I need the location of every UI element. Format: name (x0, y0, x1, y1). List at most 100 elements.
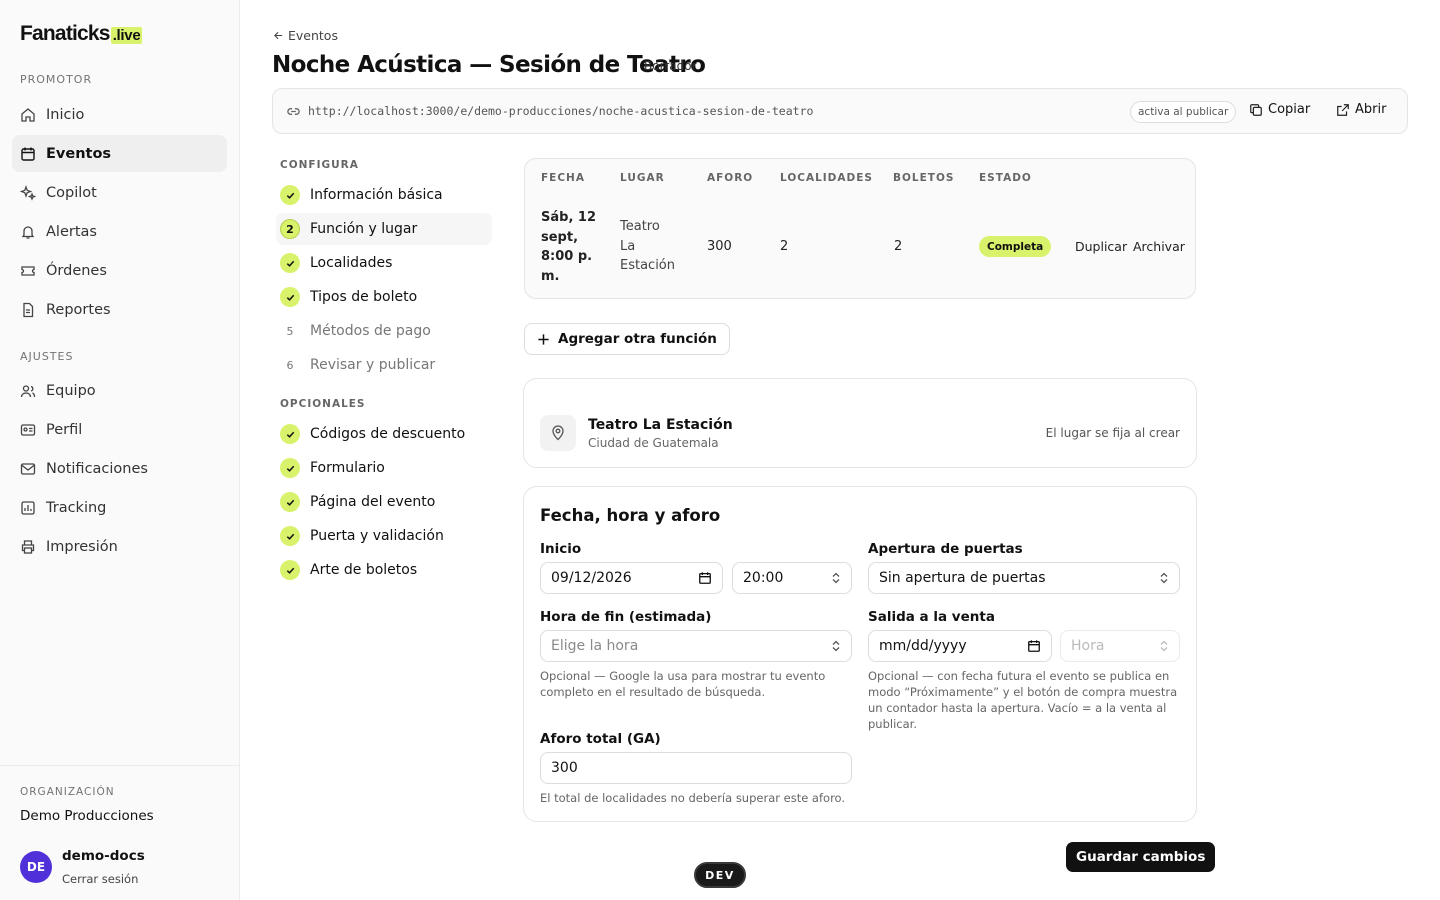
venue-name: Teatro La Estación (588, 417, 733, 433)
step-tipos-de-boleto[interactable]: Tipos de boleto (276, 281, 492, 313)
venue-city: Ciudad de Guatemala (588, 436, 719, 450)
end-time-select[interactable]: Elige la hora (540, 630, 852, 662)
sale-date-input[interactable]: mm/dd/yyyy (868, 630, 1052, 662)
organization-block: ORGANIZACIÓN Demo Producciones DE demo-d… (0, 765, 239, 900)
step-puerta-y-validacion[interactable]: Puerta y validación (276, 520, 492, 552)
org-name[interactable]: Demo Producciones (20, 808, 154, 824)
chevron-updown-icon (1160, 640, 1168, 652)
column-header-estado: ESTADO (979, 172, 1032, 184)
check-icon (280, 185, 300, 205)
bell-icon (21, 225, 35, 239)
step-formulario[interactable]: Formulario (276, 452, 492, 484)
calendar-icon[interactable] (698, 571, 712, 585)
start-date-input[interactable]: 09/12/2026 (540, 562, 723, 594)
page-title: Noche Acústica — Sesión de Teatro (272, 52, 706, 78)
calendar-icon[interactable] (1027, 639, 1041, 653)
printer-icon (21, 539, 35, 554)
link-icon (287, 108, 300, 115)
sidebar-item-notificaciones[interactable]: Notificaciones (12, 450, 227, 487)
step-codigos-de-descuento[interactable]: Códigos de descuento (276, 418, 492, 450)
open-url-button[interactable]: Abrir (1336, 102, 1386, 117)
copy-url-button[interactable]: Copiar (1249, 102, 1310, 117)
ticket-icon (21, 265, 35, 276)
doors-label: Apertura de puertas (868, 541, 1023, 557)
avatar[interactable]: DE (20, 851, 52, 883)
capacity-label: Aforo total (GA) (540, 731, 661, 747)
steps-section-opcionales: OPCIONALES (280, 398, 366, 410)
sale-start-label: Salida a la venta (868, 609, 995, 625)
cell-lugar: Teatro La Estación (620, 219, 676, 273)
chevron-updown-icon (832, 572, 840, 584)
id-card-icon (20, 423, 36, 436)
step-informacion-basica[interactable]: Información básica (276, 179, 492, 211)
brand-logo[interactable]: Fanaticks .live (20, 22, 143, 46)
sidebar-item-reportes[interactable]: Reportes (12, 291, 227, 328)
arrow-left-icon (274, 31, 283, 40)
step-arte-de-boletos[interactable]: Arte de boletos (276, 554, 492, 586)
sparkles-icon (20, 184, 36, 201)
capacity-input[interactable]: 300 (540, 752, 852, 784)
archive-button[interactable]: Archivar (1133, 239, 1185, 254)
status-badge: Borrador (644, 59, 697, 73)
section-label-ajustes: AJUSTES (20, 350, 74, 363)
sidebar-item-tracking[interactable]: Tracking (12, 489, 227, 526)
check-icon (280, 458, 300, 478)
sidebar-item-perfil[interactable]: Perfil (12, 411, 227, 448)
sidebar-item-equipo[interactable]: Equipo (12, 372, 227, 409)
check-icon (280, 253, 300, 273)
external-link-icon (1337, 103, 1349, 116)
calendar-icon (21, 147, 35, 161)
cell-fecha: Sáb, 12 sept, 8:00 p. m. (541, 210, 596, 284)
step-pagina-del-evento[interactable]: Página del evento (276, 486, 492, 518)
column-header-lugar: LUGAR (620, 172, 665, 184)
step-number: 2 (280, 219, 300, 239)
doors-select[interactable]: Sin apertura de puertas (868, 562, 1180, 594)
check-icon (280, 492, 300, 512)
cell-boletos: 2 (894, 239, 903, 254)
chevron-updown-icon (1160, 572, 1168, 584)
check-icon (280, 424, 300, 444)
step-localidades[interactable]: Localidades (276, 247, 492, 279)
start-label: Inicio (540, 541, 582, 557)
public-url[interactable]: http://localhost:3000/e/demo-produccione… (308, 104, 813, 118)
map-pin-icon (540, 415, 576, 451)
duplicate-button[interactable]: Duplicar (1075, 239, 1127, 254)
file-report-icon (23, 302, 34, 317)
column-header-boletos: BOLETOS (893, 172, 955, 184)
sidebar-item-inicio[interactable]: Inicio (12, 96, 227, 133)
step-revisar-y-publicar[interactable]: 6 Revisar y publicar (276, 349, 492, 381)
sale-time-select[interactable]: Hora (1060, 630, 1180, 662)
venue-note: El lugar se fija al crear (1045, 426, 1180, 440)
step-funcion-y-lugar[interactable]: 2 Función y lugar (276, 213, 492, 245)
sidebar-item-copilot[interactable]: Copilot (12, 174, 227, 211)
end-time-hint: Opcional — Google la usa para mostrar tu… (540, 669, 826, 699)
form-title: Fecha, hora y aforo (540, 506, 721, 525)
sale-start-hint: Opcional — con fecha futura el evento se… (868, 669, 1178, 731)
start-time-select[interactable]: 20:00 (732, 562, 852, 594)
step-number: 5 (286, 324, 294, 338)
sidebar-item-ordenes[interactable]: Órdenes (12, 252, 227, 289)
steps-section-configura: CONFIGURA (280, 159, 359, 171)
sidebar-item-eventos[interactable]: Eventos (12, 135, 227, 172)
end-time-label: Hora de fin (estimada) (540, 609, 712, 625)
back-link[interactable]: Eventos (273, 28, 338, 43)
venue-card: Teatro La Estación Ciudad de Guatemala E… (523, 378, 1197, 468)
home-icon (21, 107, 35, 122)
column-header-aforo: AFORO (707, 172, 754, 184)
add-function-button[interactable]: Agregar otra función (524, 323, 730, 355)
mail-icon (20, 462, 36, 475)
check-icon (280, 287, 300, 307)
sidebar-item-impresion[interactable]: Impresión (12, 528, 227, 565)
sidebar-item-alertas[interactable]: Alertas (12, 213, 227, 250)
step-metodos-de-pago[interactable]: 5 Métodos de pago (276, 315, 492, 347)
save-button[interactable]: Guardar cambios (1066, 842, 1216, 872)
section-label-promotor: PROMOTOR (20, 73, 93, 86)
logout-link[interactable]: Cerrar sesión (62, 872, 138, 886)
dev-indicator[interactable]: DEV (694, 862, 746, 888)
user-name: demo-docs (62, 848, 145, 864)
plus-icon (538, 333, 549, 345)
column-header-localidades: LOCALIDADES (780, 172, 873, 184)
public-url-bar: http://localhost:3000/e/demo-produccione… (272, 88, 1408, 134)
check-icon (280, 526, 300, 546)
column-header-fecha: FECHA (541, 172, 585, 184)
